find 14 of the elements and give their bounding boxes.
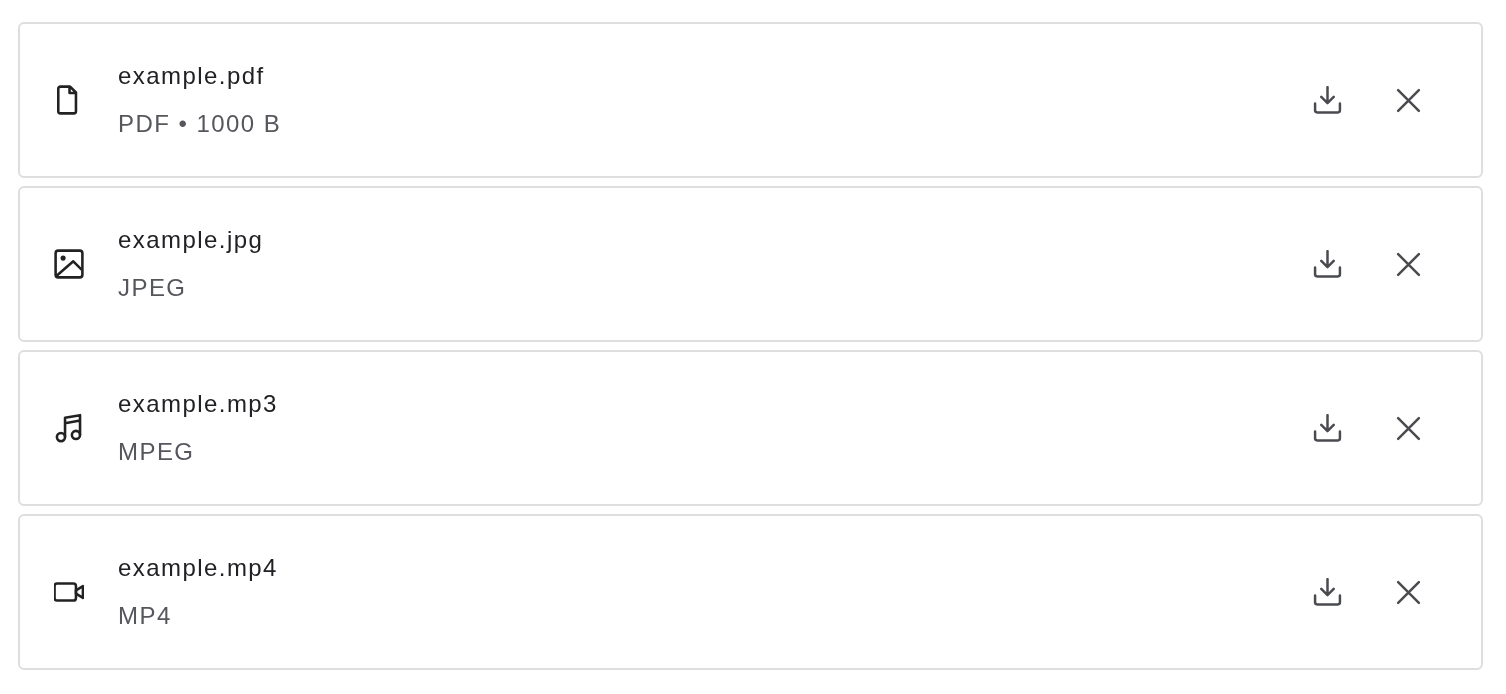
- download-icon: [1312, 577, 1342, 607]
- download-icon: [1312, 249, 1342, 279]
- file-details: JPEG: [118, 273, 188, 303]
- file-name: example.jpg: [118, 225, 265, 255]
- image-icon: [54, 249, 84, 279]
- file-name: example.mp4: [118, 553, 279, 583]
- download-icon: [1312, 85, 1342, 115]
- file-name: example.pdf: [118, 61, 266, 91]
- file-details: PDF • 1000 B: [118, 109, 283, 139]
- download-icon: [1312, 413, 1342, 443]
- file-name: example.mp3: [118, 389, 279, 419]
- file-details: MPEG: [118, 437, 196, 467]
- music-note-icon: [54, 413, 84, 443]
- file-details: MP4: [118, 601, 173, 631]
